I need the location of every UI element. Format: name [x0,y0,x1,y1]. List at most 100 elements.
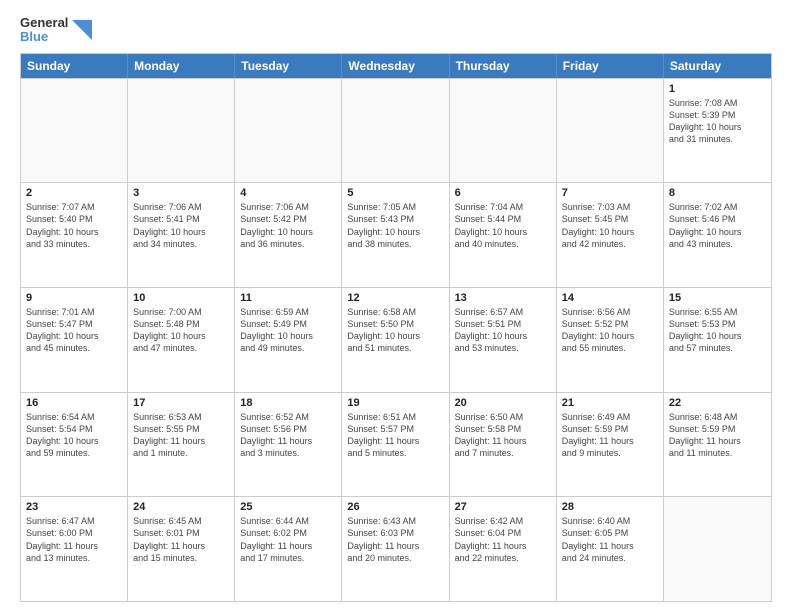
day-info: Sunrise: 6:51 AM Sunset: 5:57 PM Dayligh… [347,411,443,460]
day-number: 2 [26,187,122,199]
day-cell-21: 21 Sunrise: 6:49 AM Sunset: 5:59 PM Dayli… [557,393,664,497]
day-info: Sunrise: 6:50 AM Sunset: 5:58 PM Dayligh… [455,411,551,460]
day-number: 17 [133,397,229,409]
weekday-header-friday: Friday [557,54,664,78]
day-number: 18 [240,397,336,409]
day-info: Sunrise: 6:42 AM Sunset: 6:04 PM Dayligh… [455,515,551,564]
day-info: Sunrise: 6:55 AM Sunset: 5:53 PM Dayligh… [669,306,766,355]
day-number: 21 [562,397,658,409]
day-cell-18: 18 Sunrise: 6:52 AM Sunset: 5:56 PM Dayli… [235,393,342,497]
day-number: 13 [455,292,551,304]
day-cell-5: 5 Sunrise: 7:05 AM Sunset: 5:43 PM Daylig… [342,183,449,287]
day-number: 6 [455,187,551,199]
day-cell-1: 1 Sunrise: 7:08 AM Sunset: 5:39 PM Daylig… [664,79,771,183]
day-info: Sunrise: 6:47 AM Sunset: 6:00 PM Dayligh… [26,515,122,564]
day-cell-12: 12 Sunrise: 6:58 AM Sunset: 5:50 PM Dayli… [342,288,449,392]
day-info: Sunrise: 7:06 AM Sunset: 5:42 PM Dayligh… [240,201,336,250]
day-info: Sunrise: 6:49 AM Sunset: 5:59 PM Dayligh… [562,411,658,460]
day-cell-25: 25 Sunrise: 6:44 AM Sunset: 6:02 PM Dayli… [235,497,342,601]
day-cell-19: 19 Sunrise: 6:51 AM Sunset: 5:57 PM Dayli… [342,393,449,497]
day-cell-3: 3 Sunrise: 7:06 AM Sunset: 5:41 PM Daylig… [128,183,235,287]
calendar: SundayMondayTuesdayWednesdayThursdayFrid… [20,53,772,602]
day-info: Sunrise: 6:45 AM Sunset: 6:01 PM Dayligh… [133,515,229,564]
weekday-header-wednesday: Wednesday [342,54,449,78]
day-info: Sunrise: 6:52 AM Sunset: 5:56 PM Dayligh… [240,411,336,460]
weekday-header-tuesday: Tuesday [235,54,342,78]
calendar-row-5: 23 Sunrise: 6:47 AM Sunset: 6:00 PM Dayli… [21,496,771,601]
day-number: 11 [240,292,336,304]
day-cell-9: 9Sunrise: 7:01 AM Sunset: 5:47 PM Daylig… [21,288,128,392]
day-number: 3 [133,187,229,199]
day-info: Sunrise: 6:44 AM Sunset: 6:02 PM Dayligh… [240,515,336,564]
calendar-row-3: 9Sunrise: 7:01 AM Sunset: 5:47 PM Daylig… [21,287,771,392]
day-number: 4 [240,187,336,199]
day-number: 24 [133,501,229,513]
day-cell-8: 8 Sunrise: 7:02 AM Sunset: 5:46 PM Daylig… [664,183,771,287]
day-cell-10: 10 Sunrise: 7:00 AM Sunset: 5:48 PM Dayli… [128,288,235,392]
day-cell-11: 11Sunrise: 6:59 AM Sunset: 5:49 PM Dayli… [235,288,342,392]
day-info: Sunrise: 7:04 AM Sunset: 5:44 PM Dayligh… [455,201,551,250]
day-number: 27 [455,501,551,513]
calendar-row-2: 2 Sunrise: 7:07 AM Sunset: 5:40 PM Daylig… [21,182,771,287]
day-info: Sunrise: 7:03 AM Sunset: 5:45 PM Dayligh… [562,201,658,250]
calendar-header: SundayMondayTuesdayWednesdayThursdayFrid… [21,54,771,78]
day-cell-empty [342,79,449,183]
weekday-header-monday: Monday [128,54,235,78]
day-number: 8 [669,187,766,199]
day-info: Sunrise: 7:01 AM Sunset: 5:47 PM Dayligh… [26,306,122,355]
day-number: 10 [133,292,229,304]
calendar-body: 1 Sunrise: 7:08 AM Sunset: 5:39 PM Daylig… [21,78,771,601]
day-cell-empty [450,79,557,183]
day-cell-28: 28 Sunrise: 6:40 AM Sunset: 6:05 PM Dayli… [557,497,664,601]
day-info: Sunrise: 6:58 AM Sunset: 5:50 PM Dayligh… [347,306,443,355]
day-info: Sunrise: 7:06 AM Sunset: 5:41 PM Dayligh… [133,201,229,250]
day-info: Sunrise: 6:57 AM Sunset: 5:51 PM Dayligh… [455,306,551,355]
day-cell-7: 7 Sunrise: 7:03 AM Sunset: 5:45 PM Daylig… [557,183,664,287]
day-cell-24: 24 Sunrise: 6:45 AM Sunset: 6:01 PM Dayli… [128,497,235,601]
logo-blue: Blue [20,30,68,44]
day-cell-empty [21,79,128,183]
day-number: 25 [240,501,336,513]
day-number: 28 [562,501,658,513]
day-info: Sunrise: 7:07 AM Sunset: 5:40 PM Dayligh… [26,201,122,250]
day-info: Sunrise: 6:48 AM Sunset: 5:59 PM Dayligh… [669,411,766,460]
day-number: 12 [347,292,443,304]
day-cell-6: 6 Sunrise: 7:04 AM Sunset: 5:44 PM Daylig… [450,183,557,287]
day-cell-23: 23 Sunrise: 6:47 AM Sunset: 6:00 PM Dayli… [21,497,128,601]
day-info: Sunrise: 6:40 AM Sunset: 6:05 PM Dayligh… [562,515,658,564]
day-info: Sunrise: 7:02 AM Sunset: 5:46 PM Dayligh… [669,201,766,250]
day-info: Sunrise: 7:05 AM Sunset: 5:43 PM Dayligh… [347,201,443,250]
weekday-header-sunday: Sunday [21,54,128,78]
day-info: Sunrise: 7:00 AM Sunset: 5:48 PM Dayligh… [133,306,229,355]
weekday-header-thursday: Thursday [450,54,557,78]
day-info: Sunrise: 6:54 AM Sunset: 5:54 PM Dayligh… [26,411,122,460]
logo: General Blue [20,16,92,45]
day-number: 1 [669,83,766,95]
day-number: 23 [26,501,122,513]
page: General Blue SundayMondayTuesdayWednesda… [0,0,792,612]
day-cell-13: 13 Sunrise: 6:57 AM Sunset: 5:51 PM Dayli… [450,288,557,392]
day-cell-empty [557,79,664,183]
day-cell-4: 4 Sunrise: 7:06 AM Sunset: 5:42 PM Daylig… [235,183,342,287]
day-number: 26 [347,501,443,513]
day-cell-empty [235,79,342,183]
day-cell-22: 22 Sunrise: 6:48 AM Sunset: 5:59 PM Dayli… [664,393,771,497]
day-info: Sunrise: 7:08 AM Sunset: 5:39 PM Dayligh… [669,97,766,146]
day-info: Sunrise: 6:56 AM Sunset: 5:52 PM Dayligh… [562,306,658,355]
weekday-header-saturday: Saturday [664,54,771,78]
day-number: 22 [669,397,766,409]
day-number: 5 [347,187,443,199]
day-cell-17: 17Sunrise: 6:53 AM Sunset: 5:55 PM Dayli… [128,393,235,497]
calendar-row-4: 16Sunrise: 6:54 AM Sunset: 5:54 PM Dayli… [21,392,771,497]
day-cell-27: 27 Sunrise: 6:42 AM Sunset: 6:04 PM Dayli… [450,497,557,601]
day-number: 19 [347,397,443,409]
day-cell-26: 26Sunrise: 6:43 AM Sunset: 6:03 PM Dayli… [342,497,449,601]
header: General Blue [20,16,772,45]
day-cell-14: 14Sunrise: 6:56 AM Sunset: 5:52 PM Dayli… [557,288,664,392]
day-cell-15: 15Sunrise: 6:55 AM Sunset: 5:53 PM Dayli… [664,288,771,392]
day-number: 7 [562,187,658,199]
day-cell-16: 16Sunrise: 6:54 AM Sunset: 5:54 PM Dayli… [21,393,128,497]
calendar-row-1: 1 Sunrise: 7:08 AM Sunset: 5:39 PM Daylig… [21,78,771,183]
day-cell-20: 20Sunrise: 6:50 AM Sunset: 5:58 PM Dayli… [450,393,557,497]
logo-triangle-icon [72,20,92,40]
